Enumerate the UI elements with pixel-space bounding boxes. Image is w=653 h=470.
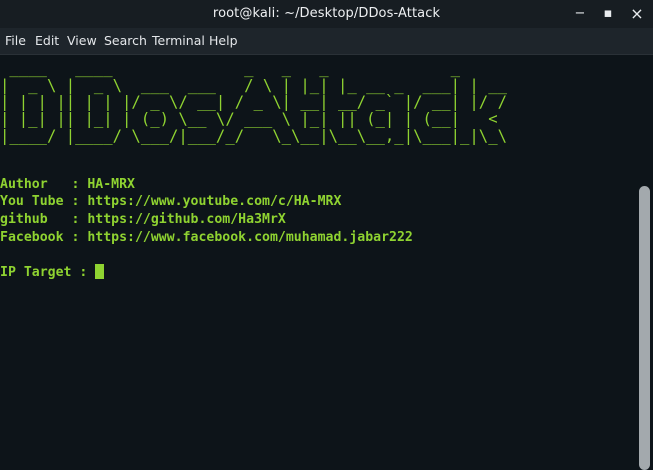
menu-help[interactable]: Help <box>209 33 238 48</box>
github-line: github : https://github.com/Ha3MrX <box>0 212 286 227</box>
menu-terminal[interactable]: Terminal <box>152 33 205 48</box>
ddos-attack-ascii-banner: ____ ____ _ _ _ _ | _ \ | _ \ ___ ___ / … <box>0 58 507 146</box>
maximize-icon[interactable]: ▪ <box>598 4 618 24</box>
menu-search[interactable]: Search <box>104 33 147 48</box>
scrollbar-thumb[interactable] <box>639 186 650 470</box>
menu-edit[interactable]: Edit <box>35 33 59 48</box>
window-title: root@kali: ~/Desktop/DDos-Attack <box>212 6 441 21</box>
youtube-line: You Tube : https://www.youtube.com/c/HA-… <box>0 194 342 209</box>
text-cursor <box>95 264 105 279</box>
facebook-line: Facebook : https://www.facebook.com/muha… <box>0 230 413 245</box>
menu-bar: File Edit View Search Terminal Help <box>0 28 653 55</box>
close-icon[interactable]: × <box>627 4 647 24</box>
menu-file[interactable]: File <box>5 33 26 48</box>
ip-target-prompt: IP Target : <box>0 265 96 280</box>
ip-target-prompt-line[interactable]: IP Target : <box>0 264 105 280</box>
menu-view[interactable]: View <box>67 33 97 48</box>
terminal-window: root@kali: ~/Desktop/DDos-Attack − ▪ × F… <box>0 0 653 470</box>
title-bar: root@kali: ~/Desktop/DDos-Attack − ▪ × <box>0 0 653 28</box>
terminal-output[interactable]: ____ ____ _ _ _ _ | _ \ | _ \ ___ ___ / … <box>0 55 637 470</box>
minimize-icon[interactable]: − <box>570 4 590 24</box>
author-line: Author : HA-MRX <box>0 177 135 192</box>
